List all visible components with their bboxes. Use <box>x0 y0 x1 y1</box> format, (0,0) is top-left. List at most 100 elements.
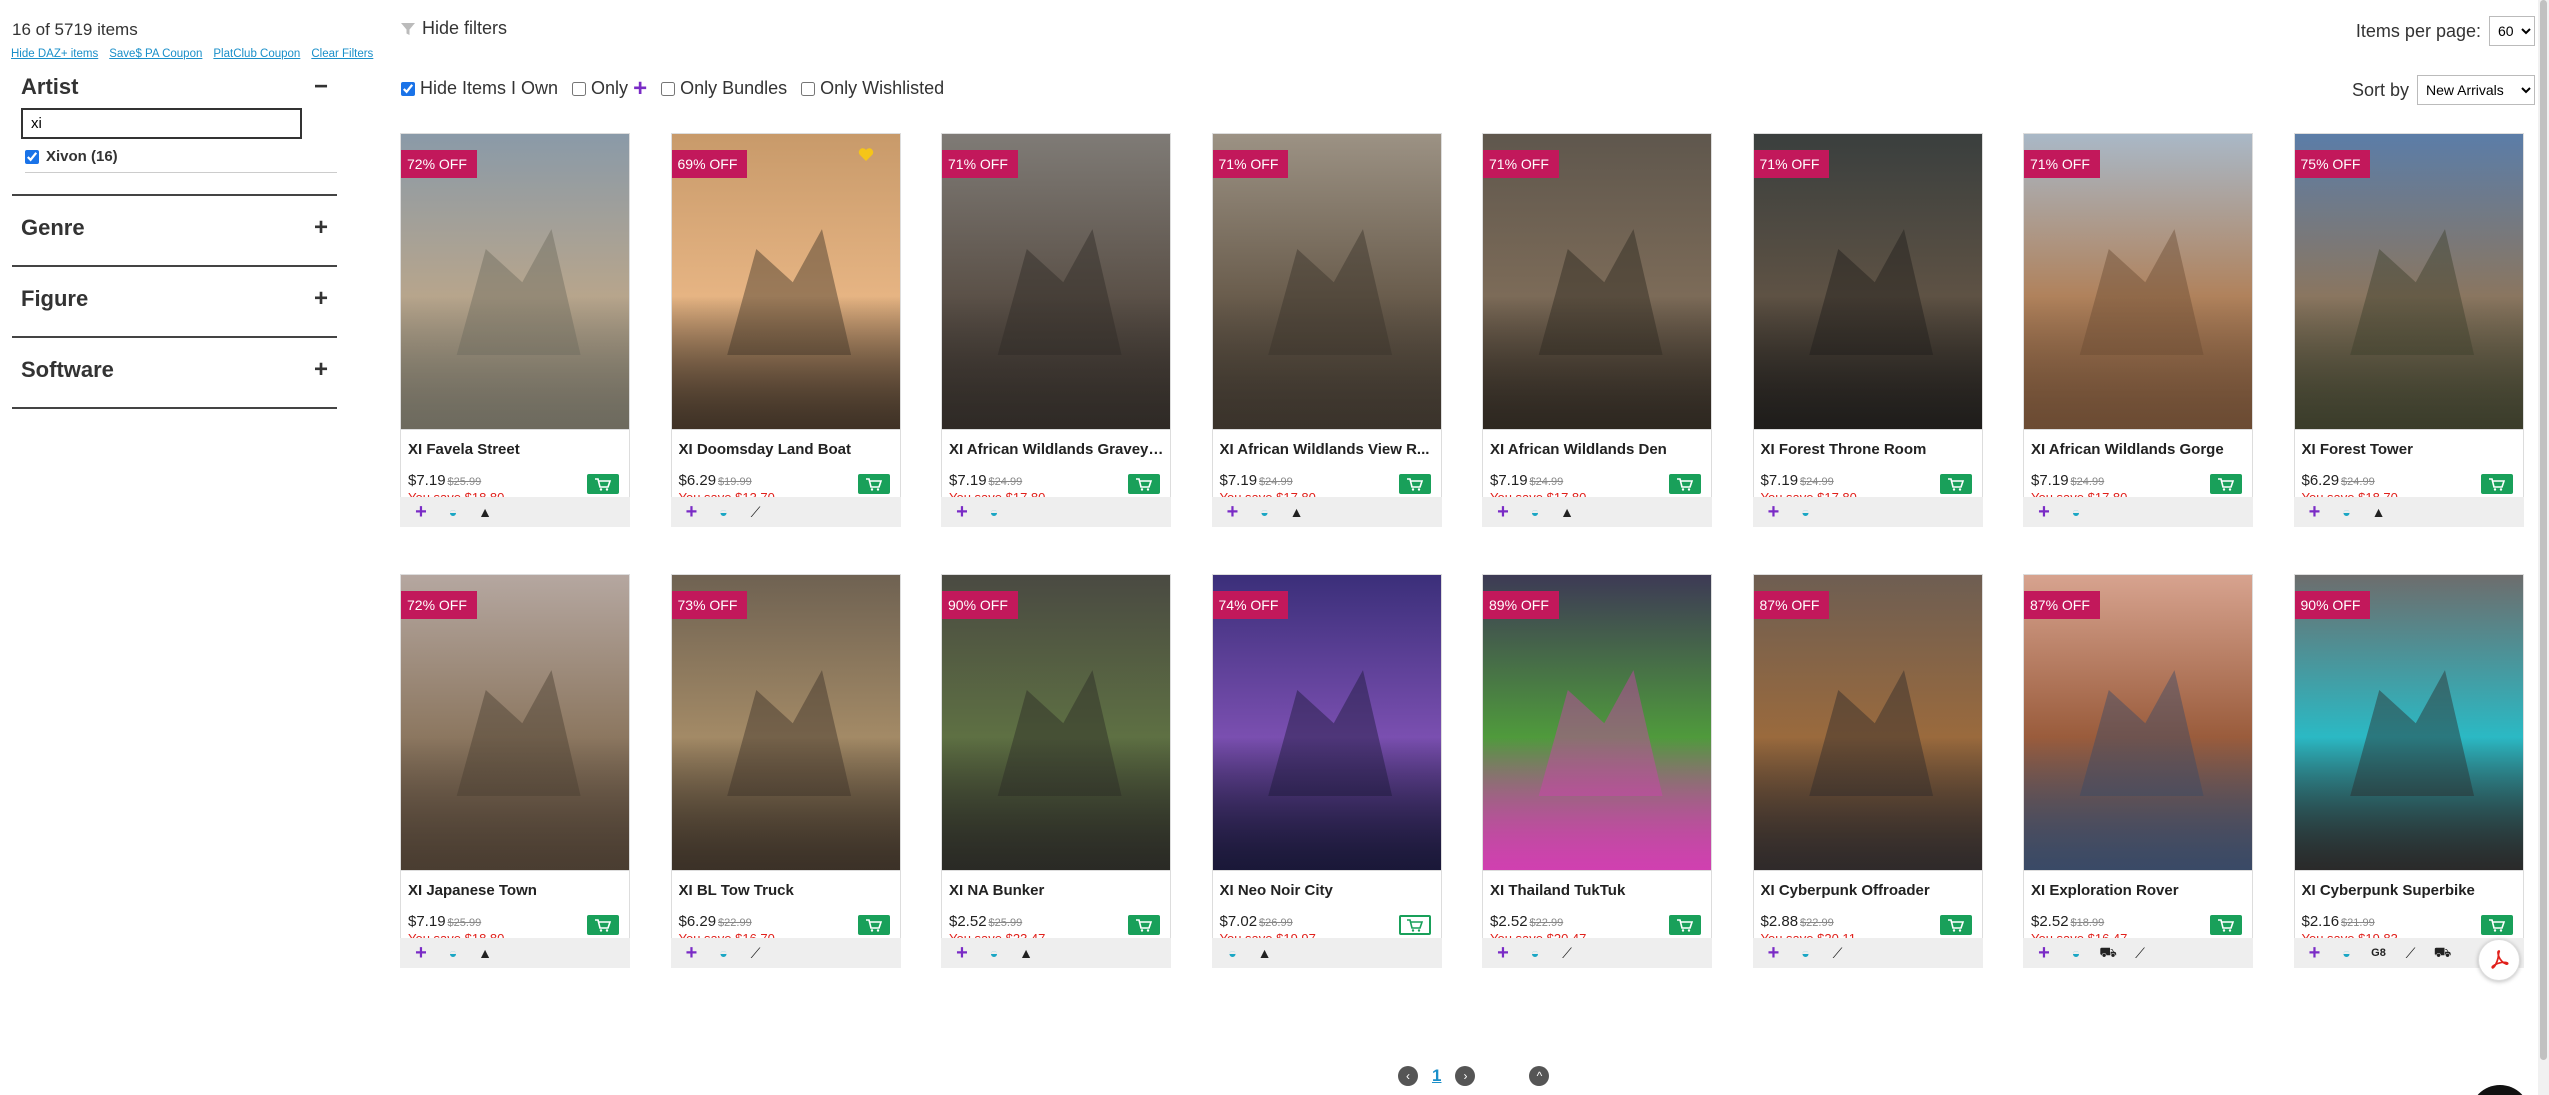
plus-icon[interactable]: + <box>412 942 430 964</box>
genesis-icon[interactable]: ◒ <box>715 503 733 521</box>
brush-icon[interactable]: ⟋ <box>1558 944 1576 962</box>
add-to-cart-button[interactable] <box>1398 474 1431 494</box>
product-name[interactable]: XI Favela Street <box>408 441 624 458</box>
product-name[interactable]: XI African Wildlands Gorge <box>2031 441 2247 458</box>
genesis-icon[interactable]: ◒ <box>985 503 1003 521</box>
product-name[interactable]: XI Cyberpunk Superbike <box>2302 882 2518 899</box>
product-thumbnail[interactable]: 87% OFF <box>2023 574 2253 871</box>
brush-icon[interactable]: ⟋ <box>2131 944 2149 962</box>
product-name[interactable]: XI African Wildlands Den <box>1490 441 1706 458</box>
hide-owned-checkbox[interactable] <box>401 81 415 96</box>
plus-icon[interactable]: + <box>953 942 971 964</box>
artist-search-input[interactable] <box>21 108 302 139</box>
genesis-icon[interactable]: ◒ <box>1797 944 1815 962</box>
car-icon[interactable]: ⛟ <box>2434 944 2452 962</box>
wishlist-heart-icon[interactable] <box>858 148 874 161</box>
add-to-cart-button[interactable] <box>1398 915 1431 935</box>
genesis-icon[interactable]: ◒ <box>2067 944 2085 962</box>
product-card[interactable]: 69% OFF XI Doomsday Land Boat $6.29 $19.9… <box>670 133 901 527</box>
add-to-cart-button[interactable] <box>2210 474 2242 494</box>
add-to-cart-button[interactable] <box>857 915 890 935</box>
only-wishlisted-checkbox[interactable] <box>801 81 816 96</box>
product-name[interactable]: XI Forest Throne Room <box>1761 441 1977 458</box>
genesis-icon[interactable]: ◒ <box>1224 944 1242 962</box>
product-card[interactable]: 90% OFF XI NA Bunker $2.52$25.99 You sav… <box>941 574 1171 968</box>
only-plus-toggle[interactable]: Only + <box>572 76 647 100</box>
per-page-select[interactable]: 60 <box>2489 16 2535 46</box>
product-thumbnail[interactable]: 71% OFF <box>1211 133 1442 430</box>
genesis-icon[interactable]: ◒ <box>1526 944 1544 962</box>
car-icon[interactable]: ⛟ <box>2099 944 2117 962</box>
plus-icon[interactable]: + <box>683 942 701 964</box>
product-card[interactable]: 90% OFF XI Cyberpunk Superbike $2.16 $21.… <box>2293 574 2524 968</box>
brush-icon[interactable]: ⟋ <box>1829 944 1847 962</box>
product-thumbnail[interactable]: 72% OFF <box>400 133 630 430</box>
brush-icon[interactable]: ⟋ <box>2402 944 2420 962</box>
plus-icon[interactable]: + <box>683 501 701 523</box>
add-to-cart-button[interactable] <box>857 474 890 494</box>
product-thumbnail[interactable]: 87% OFF <box>1752 574 1983 871</box>
product-thumbnail[interactable]: 71% OFF <box>1752 133 1983 430</box>
only-wishlisted-toggle[interactable]: Only Wishlisted <box>801 78 944 99</box>
g8-icon[interactable]: G8 <box>2370 944 2388 962</box>
page-scrollbar[interactable] <box>2538 0 2549 1095</box>
facet-software[interactable]: Software + <box>12 353 337 387</box>
clear-filters-link[interactable]: Clear Filters <box>311 48 373 60</box>
prev-page-button[interactable]: ‹ <box>1398 1066 1418 1086</box>
facet-figure[interactable]: Figure + <box>12 282 337 316</box>
genesis-icon[interactable]: ◒ <box>2067 503 2085 521</box>
plus-icon[interactable]: + <box>2306 501 2324 523</box>
product-card[interactable]: 71% OFF XI Forest Throne Room $7.19 $24.9… <box>1752 133 1983 527</box>
product-card[interactable]: 71% OFF XI African Wildlands View R... $… <box>1211 133 1442 527</box>
genesis-icon[interactable]: ◒ <box>1256 503 1274 521</box>
genesis-icon[interactable]: ◒ <box>985 944 1003 962</box>
artist-option-xivon[interactable]: Xivon (16) <box>25 148 337 165</box>
facet-artist-header[interactable]: Artist − <box>12 70 337 104</box>
platclub-coupon-link[interactable]: PlatClub Coupon <box>213 48 300 60</box>
hide-filters-button[interactable]: Hide filters <box>400 18 507 39</box>
product-card[interactable]: 71% OFF XI African Wildlands Den $7.19 $2… <box>1482 133 1712 527</box>
product-card[interactable]: 72% OFF XI Favela Street $7.19$25.99 You… <box>400 133 630 527</box>
back-to-top-button[interactable]: ^ <box>1529 1066 1550 1086</box>
product-card[interactable]: 72% OFF XI Japanese Town $7.19$25.99 You… <box>400 574 630 968</box>
scrollbar-thumb[interactable] <box>2540 0 2547 1060</box>
product-card[interactable]: 74% OFF XI Neo Noir City $7.02$26.99 You… <box>1211 574 1442 968</box>
chat-widget[interactable] <box>2470 1085 2530 1095</box>
mountain-icon[interactable]: ▲ <box>1558 503 1576 521</box>
plus-icon[interactable]: + <box>1494 501 1512 523</box>
collapse-icon[interactable]: − <box>314 73 328 101</box>
product-name[interactable]: XI Neo Noir City <box>1220 882 1436 899</box>
brush-icon[interactable]: ⟋ <box>747 503 765 521</box>
product-thumbnail[interactable]: 72% OFF <box>400 574 630 871</box>
product-card[interactable]: 73% OFF XI BL Tow Truck $6.29$22.99 You … <box>670 574 901 968</box>
add-to-cart-button[interactable] <box>1939 915 1972 935</box>
hide-owned-toggle[interactable]: Hide Items I Own <box>401 78 558 99</box>
product-thumbnail[interactable]: 90% OFF <box>941 574 1171 871</box>
facet-genre[interactable]: Genre + <box>12 211 337 245</box>
product-thumbnail[interactable]: 71% OFF <box>2023 133 2253 430</box>
product-thumbnail[interactable]: 75% OFF <box>2293 133 2524 430</box>
product-card[interactable]: 71% OFF XI African Wildlands Gorge $7.19… <box>2023 133 2253 527</box>
artist-xivon-checkbox[interactable] <box>25 149 39 164</box>
add-to-cart-button[interactable] <box>2480 474 2513 494</box>
product-name[interactable]: XI African Wildlands Graveya... <box>949 441 1165 458</box>
add-to-cart-button[interactable] <box>587 915 619 935</box>
product-thumbnail[interactable]: 74% OFF <box>1211 574 1442 871</box>
plus-icon[interactable]: + <box>1765 501 1783 523</box>
product-thumbnail[interactable]: 90% OFF <box>2293 574 2524 871</box>
next-page-button[interactable]: › <box>1455 1066 1476 1086</box>
product-thumbnail[interactable]: 71% OFF <box>941 133 1171 430</box>
hide-daz-plus-link[interactable]: Hide DAZ+ items <box>11 48 98 60</box>
add-to-cart-button[interactable] <box>1128 474 1160 494</box>
plus-icon[interactable]: + <box>412 501 430 523</box>
product-name[interactable]: XI Cyberpunk Offroader <box>1761 882 1977 899</box>
product-name[interactable]: XI NA Bunker <box>949 882 1165 899</box>
product-card[interactable]: 87% OFF XI Cyberpunk Offroader $2.88 $22.… <box>1752 574 1983 968</box>
add-to-cart-button[interactable] <box>1669 915 1701 935</box>
genesis-icon[interactable]: ◒ <box>444 503 462 521</box>
plus-icon[interactable]: + <box>953 501 971 523</box>
product-name[interactable]: XI Thailand TukTuk <box>1490 882 1706 899</box>
product-card[interactable]: 75% OFF XI Forest Tower $6.29$24.99 You … <box>2293 133 2524 527</box>
plus-icon[interactable]: + <box>1224 501 1242 523</box>
genesis-icon[interactable]: ◒ <box>1797 503 1815 521</box>
